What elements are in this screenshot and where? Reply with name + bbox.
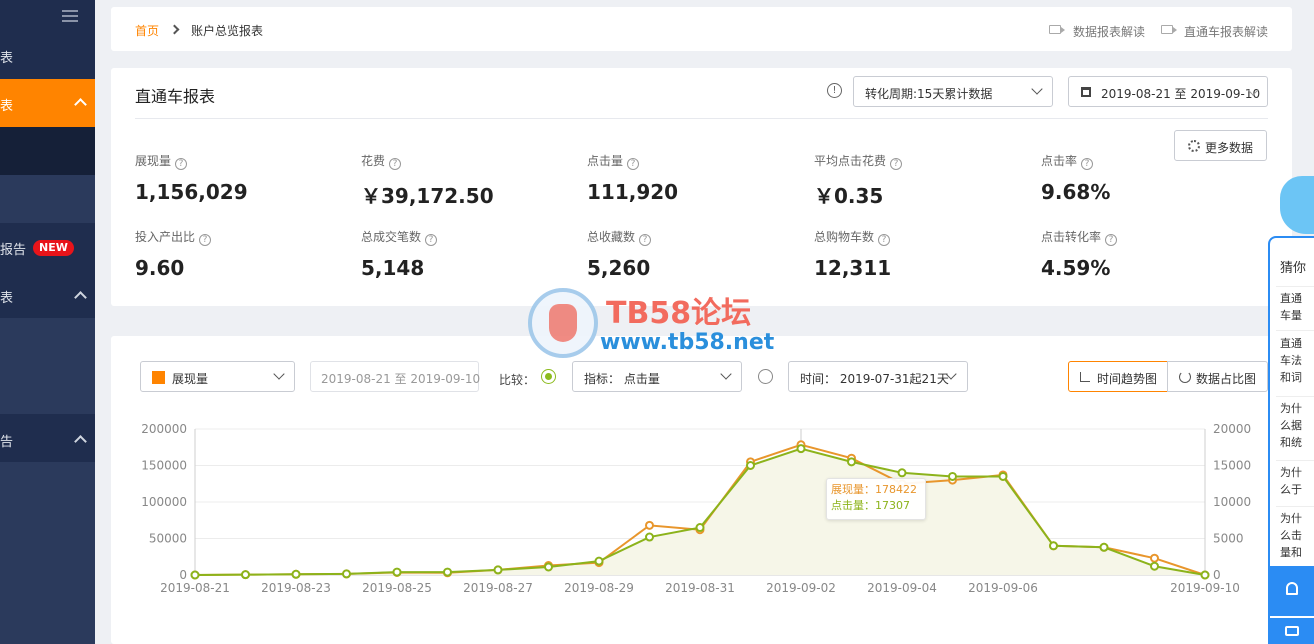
y-tick-label-right: 15000 bbox=[1213, 459, 1251, 473]
tooltip-clicks: 点击量：17307 bbox=[831, 499, 910, 512]
data-point-clicks bbox=[493, 565, 503, 575]
y-tick-label-right: 20000 bbox=[1213, 422, 1251, 436]
data-point-clicks bbox=[1200, 570, 1210, 580]
watermark-url: www.tb58.net bbox=[600, 330, 775, 355]
watermark-logo bbox=[528, 288, 598, 358]
data-point-clicks bbox=[1150, 561, 1159, 571]
x-tick-label: 2019-08-23 bbox=[261, 581, 331, 595]
clicks-area bbox=[195, 448, 1205, 575]
help-question[interactable]: 直通车法和词核对 bbox=[1280, 335, 1310, 386]
x-tick-label: 2019-08-29 bbox=[564, 581, 634, 595]
x-tick-label: 2019-08-27 bbox=[463, 581, 533, 595]
help-question[interactable]: 直通车量曝光 bbox=[1280, 290, 1310, 324]
y-tick-label-right: 0 bbox=[1213, 568, 1221, 582]
x-tick-label: 2019-09-04 bbox=[867, 581, 937, 595]
chat-button[interactable] bbox=[1270, 618, 1314, 644]
data-point-clicks bbox=[796, 444, 806, 454]
x-tick-label: 2019-09-02 bbox=[766, 581, 836, 595]
data-point-clicks bbox=[544, 562, 553, 572]
bell-icon bbox=[1286, 582, 1298, 595]
y-tick-label-left: 50000 bbox=[149, 532, 187, 546]
data-point-clicks bbox=[948, 471, 957, 481]
help-question[interactable]: 为什么击量和不一致 bbox=[1280, 510, 1310, 561]
help-question[interactable]: 为什么于出价 bbox=[1280, 464, 1310, 498]
y-tick-label-left: 200000 bbox=[141, 422, 187, 436]
divider bbox=[1276, 286, 1314, 287]
y-tick-label-right: 10000 bbox=[1213, 495, 1251, 509]
y-tick-label-right: 5000 bbox=[1213, 532, 1244, 546]
data-point-clicks bbox=[1049, 541, 1058, 551]
data-point-clicks bbox=[594, 556, 604, 566]
help-widget-header: 猜你 bbox=[1280, 261, 1307, 276]
notification-bell-button[interactable] bbox=[1270, 566, 1314, 616]
x-tick-label: 2019-09-06 bbox=[968, 581, 1038, 595]
help-question[interactable]: 为什么据和统一致 bbox=[1280, 400, 1310, 451]
tooltip-impressions: 展现量：178422 bbox=[831, 483, 917, 496]
help-widget: 猜你 直通车量曝光 直通车法和词核对 为什么据和统一致 为什么于出价 为什么击量… bbox=[1268, 236, 1314, 644]
data-point-clicks bbox=[342, 569, 351, 579]
divider bbox=[1276, 396, 1314, 397]
data-point-clicks bbox=[897, 468, 907, 478]
watermark-title: TB58论坛 bbox=[606, 296, 752, 331]
x-tick-label: 2019-08-31 bbox=[665, 581, 735, 595]
divider bbox=[1276, 330, 1314, 331]
data-point-clicks bbox=[1099, 542, 1109, 552]
data-point-impressions bbox=[645, 520, 654, 530]
y-tick-label-left: 100000 bbox=[141, 495, 187, 509]
data-point-clicks bbox=[746, 461, 755, 470]
x-tick-label: 2019-09-10 bbox=[1170, 581, 1240, 595]
data-point-clicks bbox=[291, 569, 301, 579]
data-point-clicks bbox=[190, 570, 200, 580]
data-point-clicks bbox=[392, 567, 402, 577]
data-point-clicks bbox=[241, 570, 250, 580]
chat-icon bbox=[1285, 626, 1299, 636]
data-point-clicks bbox=[695, 523, 705, 533]
y-tick-label-left: 150000 bbox=[141, 459, 187, 473]
x-tick-label: 2019-08-25 bbox=[362, 581, 432, 595]
divider bbox=[1276, 506, 1314, 507]
x-tick-label: 2019-08-21 bbox=[160, 581, 230, 595]
data-point-clicks bbox=[645, 532, 654, 542]
divider bbox=[1276, 460, 1314, 461]
data-point-impressions bbox=[1150, 553, 1159, 563]
data-point-clicks bbox=[998, 471, 1008, 481]
watermark: TB58论坛 www.tb58.net bbox=[528, 288, 788, 358]
chart-tooltip: 展现量：178422 点击量：17307 bbox=[826, 478, 926, 520]
y-tick-label-left: 0 bbox=[179, 568, 187, 582]
data-point-clicks bbox=[443, 567, 452, 577]
hand-icon bbox=[549, 304, 577, 342]
data-point-clicks bbox=[847, 457, 856, 467]
